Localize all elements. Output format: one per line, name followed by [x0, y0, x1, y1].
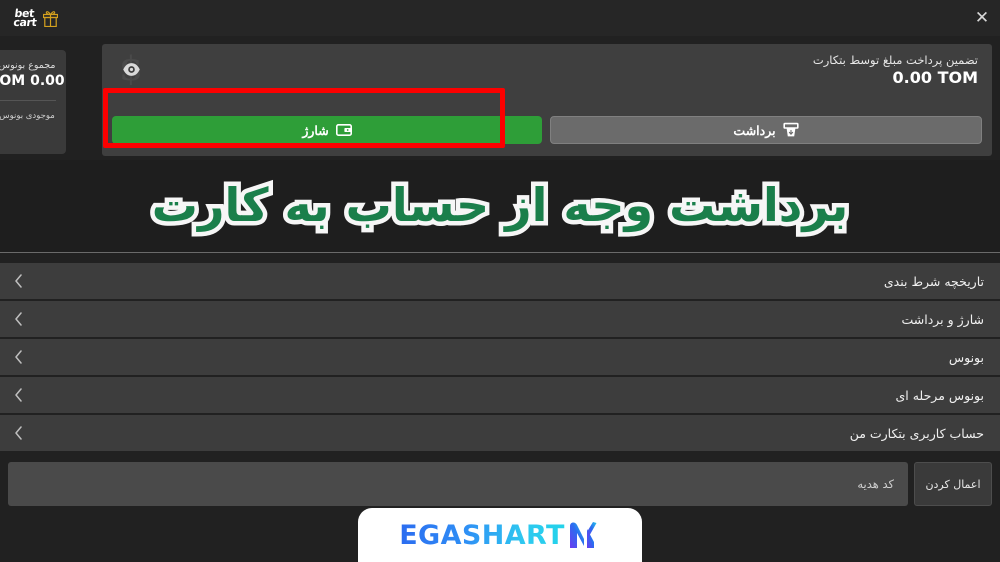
brand-logo: bet cart: [12, 7, 59, 29]
menu-item-bonus[interactable]: بونوس: [0, 339, 1000, 375]
bonus-card-divider: [0, 100, 56, 101]
app-header: ✕ bet cart: [0, 0, 1000, 36]
close-button[interactable]: ✕: [972, 9, 992, 27]
bonus-balance-card: مجموع بونوس OM 0.00 موجودی بونوس: [0, 50, 66, 154]
chevron-left-icon: [15, 388, 22, 402]
gift-code-apply-button[interactable]: اعمال کردن: [914, 462, 992, 506]
gift-icon[interactable]: [43, 10, 59, 27]
guarantee-amount: 0.00 TOM: [892, 68, 978, 87]
wallet-panel: تضمین پرداخت مبلغ توسط بتکارت 0.00 TOM $…: [102, 44, 992, 156]
hero-headline: برداشت وجه از حساب به کارت: [147, 174, 854, 237]
wallet-action-buttons: شارژ برداشت: [112, 116, 982, 144]
gift-code-row: اعمال کردن: [8, 462, 992, 506]
menu-item-label: تاریخچه شرط بندی: [883, 273, 984, 289]
bonus-available-label: موجودی بونوس: [0, 111, 55, 121]
menu-item-deposit-withdraw[interactable]: شارژ و برداشت: [0, 301, 1000, 337]
gift-code-input[interactable]: [8, 462, 908, 506]
menu-item-betting-history[interactable]: تاریخچه شرط بندی: [0, 263, 1000, 299]
gift-icon-svg: [43, 10, 59, 27]
guarantee-label: تضمین پرداخت مبلغ توسط بتکارت: [812, 53, 978, 67]
withdraw-button[interactable]: برداشت: [550, 116, 982, 144]
wallet-panel-top: تضمین پرداخت مبلغ توسط بتکارت 0.00 TOM $: [102, 44, 992, 100]
section-divider: [0, 252, 1000, 253]
megashart-watermark: EGASHART: [358, 508, 642, 562]
account-menu-list: تاریخچه شرط بندی شارژ و برداشت بونوس بون…: [0, 263, 1000, 453]
menu-item-label: شارژ و برداشت: [901, 311, 984, 327]
balance-visibility-toggle[interactable]: $: [108, 46, 154, 92]
charge-button-label: شارژ: [302, 123, 329, 138]
megashart-wordmark: EGASHART: [399, 519, 565, 551]
eye-icon: [122, 62, 140, 76]
charge-button[interactable]: شارژ: [112, 116, 542, 144]
brand-wordmark[interactable]: bet cart: [12, 7, 40, 29]
menu-item-label: حساب کاربری بتکارت من: [849, 425, 984, 441]
menu-item-my-betcart-account[interactable]: حساب کاربری بتکارت من: [0, 415, 1000, 451]
withdraw-button-label: برداشت: [733, 123, 776, 138]
menu-item-label: بونوس مرحله ای: [895, 387, 985, 403]
chevron-left-icon: [15, 274, 22, 288]
cash-withdraw-icon: [782, 122, 799, 137]
hero-banner: برداشت وجه از حساب به کارت: [0, 160, 1000, 252]
menu-item-label: بونوس: [948, 349, 984, 365]
chevron-left-icon: [15, 426, 22, 440]
bonus-total-label: مجموع بونوس: [0, 60, 56, 71]
chevron-left-icon: [15, 350, 22, 364]
brand-line-2: cart: [12, 16, 38, 29]
wallet-icon: [335, 124, 352, 136]
bonus-total-amount: OM 0.00: [0, 73, 65, 89]
app-root: ✕ bet cart تضمین پرداخت مبلغ توسط بتکارت…: [0, 0, 1000, 562]
megashart-mark-icon: [569, 522, 597, 548]
chevron-left-icon: [15, 312, 22, 326]
menu-item-staged-bonus[interactable]: بونوس مرحله ای: [0, 377, 1000, 413]
